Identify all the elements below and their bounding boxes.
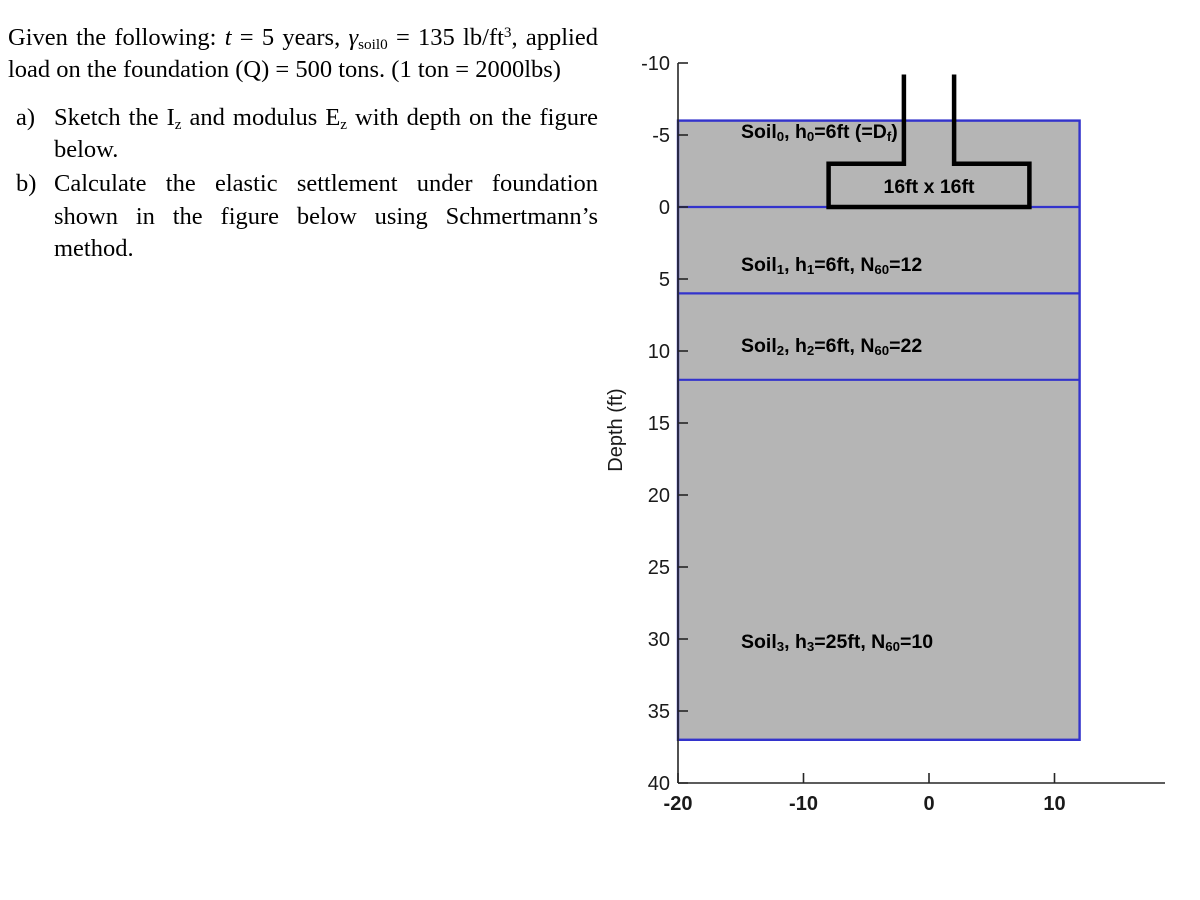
- soil-layer-label: Soil0, h0=6ft (=Df): [741, 121, 898, 144]
- y-tick-label: 25: [648, 557, 670, 579]
- y-tick-label: 10: [648, 341, 670, 363]
- x-tick-label: 10: [1043, 793, 1065, 815]
- y-tick-label: 20: [648, 485, 670, 507]
- y-tick-label: 30: [648, 629, 670, 651]
- figure-svg: 16ft x 16ft Soil0, h0=6ft (=Df) Soil1, h1…: [605, 53, 1165, 815]
- y-tick-label: 0: [659, 197, 670, 219]
- soil-layer-label: Soil2, h2=6ft, N60=22: [741, 335, 922, 358]
- y-tick-label: -10: [641, 53, 670, 75]
- x-tick-label: 0: [923, 793, 934, 815]
- y-tick-label: 5: [659, 269, 670, 291]
- soil-layer-label: Soil1, h1=6ft, N60=12: [741, 254, 922, 277]
- foundation-size-label: 16ft x 16ft: [883, 176, 975, 198]
- soil-layer-label: Soil3, h3=25ft, N60=10: [741, 631, 933, 654]
- soil-profile-figure: 16ft x 16ft Soil0, h0=6ft (=Df) Soil1, h1…: [0, 0, 1200, 900]
- y-tick-label: 15: [648, 413, 670, 435]
- y-axis-title: Depth (ft): [605, 388, 627, 471]
- x-axis-ticks: -20 -10 0 10: [664, 773, 1066, 815]
- y-tick-label: -5: [652, 125, 670, 147]
- y-tick-label: 40: [648, 773, 670, 795]
- x-tick-label: -10: [789, 793, 818, 815]
- y-tick-label: 35: [648, 701, 670, 723]
- x-tick-label: -20: [664, 793, 693, 815]
